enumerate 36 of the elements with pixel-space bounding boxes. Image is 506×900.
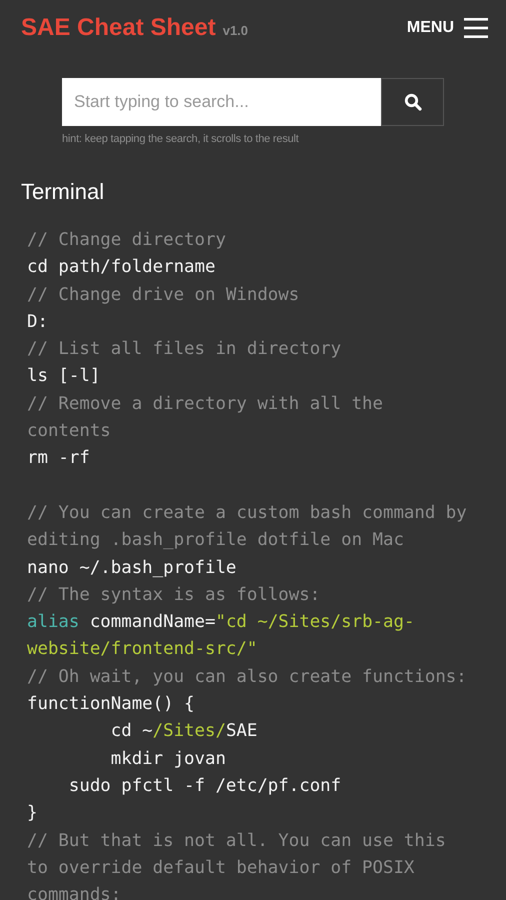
search-button[interactable] [381, 78, 444, 126]
code-text: SAE [226, 721, 258, 742]
code-text: sudo pfctl -f /etc/pf.conf [68, 776, 342, 796]
code-text: functionName() { [27, 694, 195, 714]
version-label: v1.0 [222, 23, 248, 38]
search-field[interactable]: Start typing to search... [62, 78, 381, 126]
code-text: commandName= [88, 612, 216, 632]
section-heading: Terminal [21, 179, 106, 205]
search-hint: hint: keep tapping the search, it scrolls to the result [62, 133, 299, 145]
code-comment: // Change directory [27, 230, 226, 250]
code-comment: contents [27, 421, 111, 442]
code-text: cd ~ [110, 721, 153, 742]
code-comment: // The syntax is as follows: [27, 584, 320, 605]
code-string: website/frontend-src/" [27, 639, 258, 660]
code-string: "cd ~/Sites/srb-ag- [215, 612, 414, 632]
code-keyword: alias [27, 612, 80, 632]
code-comment: // But that is not all. You can use this [27, 830, 446, 851]
code-text: ls [-l] [27, 366, 100, 386]
menu-button[interactable]: MENU [406, 17, 488, 39]
code-text: D: [27, 312, 48, 332]
code-comment: to override default behavior of POSIX [27, 858, 414, 878]
code-text: mkdir jovan [110, 748, 226, 769]
code-comment: // Change drive on Windows [27, 284, 300, 305]
code-string: /Sites/ [152, 721, 226, 742]
code-comment: // Remove a directory with all the [27, 394, 383, 414]
code-comment: editing .bash_profile dotfile on Mac [27, 530, 404, 550]
search-icon [404, 93, 422, 111]
code-comment: // You can create a custom bash command by [27, 502, 467, 523]
code-text: rm -rf [27, 448, 90, 468]
code-comment: commands: [27, 885, 122, 900]
code-text: } [27, 803, 38, 824]
code-text: nano ~/.bash_profile [27, 558, 236, 578]
code-comment: // Oh wait, you can also create functions: [27, 666, 467, 687]
code-comment: // List all files in directory [27, 339, 342, 360]
code-text: cd path/foldername [27, 257, 216, 278]
menu-icon [464, 17, 488, 39]
